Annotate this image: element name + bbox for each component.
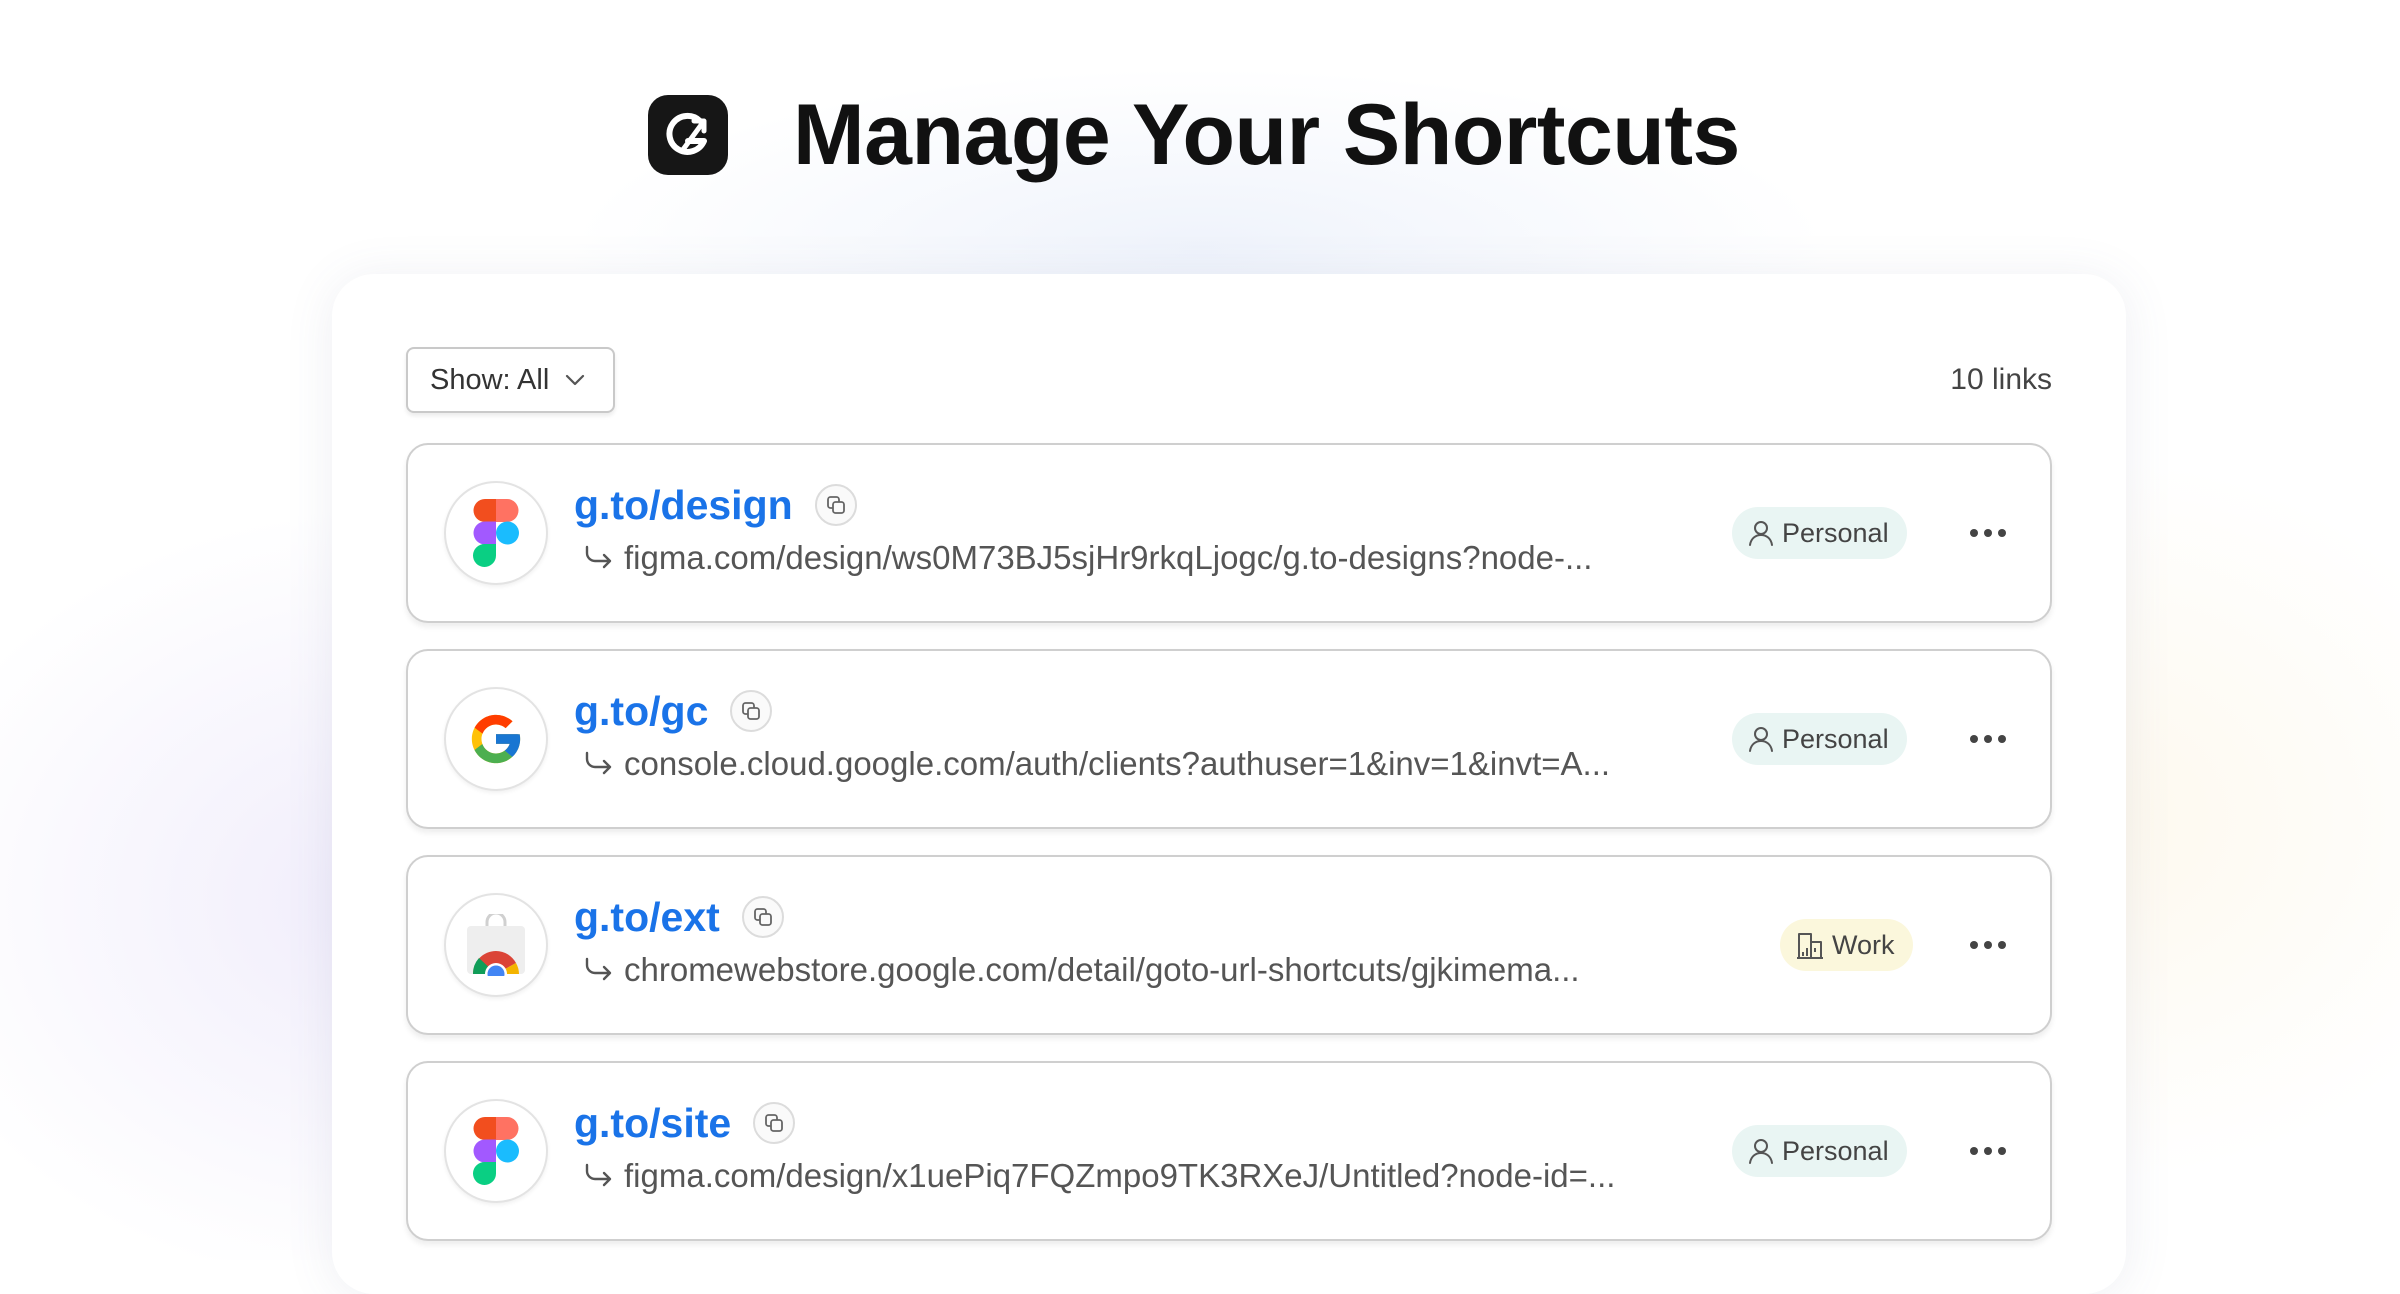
chrome-web-store-icon xyxy=(444,893,548,997)
person-icon xyxy=(1748,1137,1774,1165)
show-filter-dropdown[interactable]: Show: All xyxy=(406,347,615,413)
link-count: 10 links xyxy=(1950,363,2052,396)
redirect-arrow-icon xyxy=(582,1161,616,1191)
shortcut-link[interactable]: g.to/gc xyxy=(574,688,708,735)
shortcuts-card: Show: All 10 links g.to/design figma.com… xyxy=(332,274,2126,1294)
shortcut-row[interactable]: g.to/site figma.com/design/x1uePiq7FQZmp… xyxy=(406,1061,2052,1241)
figma-icon xyxy=(444,481,548,585)
figma-icon xyxy=(444,1099,548,1203)
redirect-arrow-icon xyxy=(582,543,616,573)
work-tag[interactable]: Work xyxy=(1780,919,1913,971)
google-icon xyxy=(444,687,548,791)
more-options-icon[interactable] xyxy=(1966,923,2010,967)
destination-url: chromewebstore.google.com/detail/goto-ur… xyxy=(624,951,1580,988)
shortcut-link[interactable]: g.to/ext xyxy=(574,894,720,941)
copy-icon[interactable] xyxy=(741,896,784,938)
shortcut-row[interactable]: g.to/gc console.cloud.google.com/auth/cl… xyxy=(406,649,2052,829)
redirect-arrow-icon xyxy=(582,749,616,779)
destination-url: figma.com/design/x1uePiq7FQZmpo9TK3RXeJ/… xyxy=(624,1157,1616,1194)
personal-tag[interactable]: Personal xyxy=(1732,713,1907,765)
copy-icon[interactable] xyxy=(730,690,773,732)
shortcut-list: g.to/design figma.com/design/ws0M73BJ5sj… xyxy=(406,443,2052,1267)
person-icon xyxy=(1748,725,1774,753)
shortcut-row[interactable]: g.to/design figma.com/design/ws0M73BJ5sj… xyxy=(406,443,2052,623)
destination-url: console.cloud.google.com/auth/clients?au… xyxy=(624,745,1611,782)
destination-url: figma.com/design/ws0M73BJ5sjHr9rkqLjogc/… xyxy=(624,539,1593,576)
tag-label: Personal xyxy=(1782,517,1889,548)
tag-label: Personal xyxy=(1782,723,1889,754)
person-icon xyxy=(1748,519,1774,547)
shortcut-row[interactable]: g.to/ext chromewebstore.google.com/detai… xyxy=(406,855,2052,1035)
shortcut-link[interactable]: g.to/site xyxy=(574,1100,731,1147)
page-header: Manage Your Shortcuts xyxy=(0,90,2400,180)
chevron-down-icon xyxy=(565,374,585,386)
redirect-arrow-icon xyxy=(582,955,616,985)
more-options-icon[interactable] xyxy=(1966,717,2010,761)
copy-icon[interactable] xyxy=(753,1102,796,1144)
personal-tag[interactable]: Personal xyxy=(1732,1125,1907,1177)
personal-tag[interactable]: Personal xyxy=(1732,507,1907,559)
copy-icon[interactable] xyxy=(814,484,857,526)
tag-label: Work xyxy=(1832,929,1895,960)
g-logo-icon xyxy=(648,95,728,175)
more-options-icon[interactable] xyxy=(1966,1129,2010,1173)
page-title: Manage Your Shortcuts xyxy=(793,87,1740,183)
tag-label: Personal xyxy=(1782,1135,1889,1166)
building-icon xyxy=(1796,930,1824,960)
shortcut-link[interactable]: g.to/design xyxy=(574,482,793,529)
more-options-icon[interactable] xyxy=(1966,511,2010,555)
show-filter-label: Show: All xyxy=(430,363,550,396)
